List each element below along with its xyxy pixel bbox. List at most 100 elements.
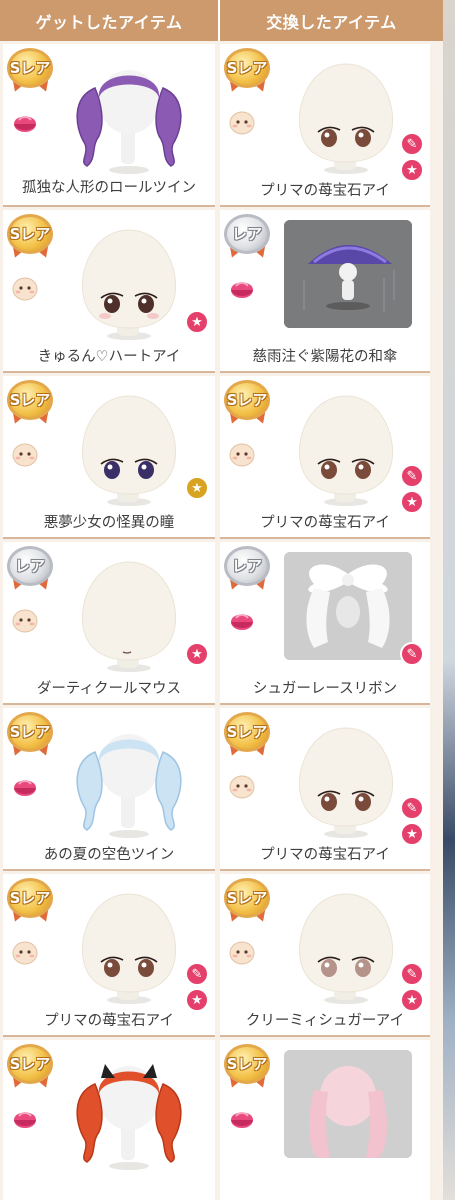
brush-icon[interactable]: ✎ xyxy=(400,642,424,666)
rarity-label: Sレア xyxy=(9,1055,51,1073)
star-icon[interactable]: ★ xyxy=(185,310,209,334)
rarity-badge: Sレア xyxy=(7,878,53,925)
item-name: クリーミィシュガーアイ xyxy=(245,1013,405,1029)
item-card[interactable]: レア ★ ダーティクールマウス xyxy=(3,542,215,705)
rarity-label: Sレア xyxy=(9,889,51,907)
hair-category-icon xyxy=(10,110,40,136)
tab-obtained-items[interactable]: ゲットしたアイテム xyxy=(0,0,218,41)
face-category-icon xyxy=(227,774,257,800)
item-card[interactable]: レア 慈雨注ぐ紫陽花の和傘 xyxy=(220,210,430,373)
item-name: シュガーレースリボン xyxy=(252,681,398,697)
brush-icon[interactable]: ✎ xyxy=(185,962,209,986)
star-icon[interactable]: ★ xyxy=(185,988,209,1012)
item-card[interactable]: Sレア ✎ ★ プリマの苺宝石アイ xyxy=(3,874,215,1037)
face-category-icon xyxy=(227,940,257,966)
item-artwork xyxy=(65,1054,191,1172)
face-category-icon xyxy=(10,442,40,468)
item-row: Sレア あの夏の空色ツイン Sレア ✎ ★ プリマの苺宝石アイ xyxy=(0,705,443,871)
item-card[interactable]: Sレア ✎ ★ プリマの苺宝石アイ xyxy=(220,376,430,539)
item-artwork xyxy=(284,552,412,660)
item-card[interactable]: Sレア xyxy=(3,1040,215,1200)
item-card[interactable]: Sレア ★ 悪夢少女の怪異の瞳 xyxy=(3,376,215,539)
background-strip xyxy=(443,0,455,1200)
item-row: Sレア ★ 悪夢少女の怪異の瞳 Sレア ✎ ★ プリマの苺宝石アイ xyxy=(0,373,443,539)
item-card[interactable]: Sレア ✎ ★ プリマの苺宝石アイ xyxy=(220,44,430,207)
item-card[interactable]: Sレア xyxy=(220,1040,430,1200)
tab-exchanged-items[interactable]: 交換したアイテム xyxy=(220,0,443,41)
rarity-label: Sレア xyxy=(226,889,268,907)
rarity-badge: Sレア xyxy=(224,878,270,925)
star-icon[interactable]: ★ xyxy=(400,822,424,846)
rarity-label: Sレア xyxy=(9,225,51,243)
rarity-label: レア xyxy=(231,225,262,243)
hair-category-icon xyxy=(227,1106,257,1132)
item-artwork xyxy=(282,58,408,176)
item-card[interactable]: Sレア ★ きゅるん♡ハートアイ xyxy=(3,210,215,373)
rarity-badge: Sレア xyxy=(224,48,270,95)
item-artwork xyxy=(284,220,412,328)
item-card[interactable]: Sレア ✎ ★ クリーミィシュガーアイ xyxy=(220,874,430,1037)
hair-category-icon xyxy=(10,1106,40,1132)
item-artwork xyxy=(284,1050,412,1158)
item-artwork xyxy=(282,390,408,508)
star-icon[interactable]: ★ xyxy=(400,158,424,182)
item-artwork xyxy=(282,888,408,1006)
column-header: ゲットしたアイテム 交換したアイテム xyxy=(0,0,443,41)
brush-icon[interactable]: ✎ xyxy=(400,962,424,986)
rarity-badge: Sレア xyxy=(7,712,53,759)
brush-icon[interactable]: ✎ xyxy=(400,132,424,156)
rarity-label: Sレア xyxy=(226,723,268,741)
rarity-badge: レア xyxy=(224,214,270,261)
item-name: プリマの苺宝石アイ xyxy=(44,1013,174,1029)
rarity-badge: Sレア xyxy=(224,712,270,759)
brush-icon[interactable]: ✎ xyxy=(400,464,424,488)
item-card[interactable]: Sレア 孤独な人形のロールツイン xyxy=(3,44,215,207)
rarity-label: Sレア xyxy=(9,391,51,409)
rarity-badge: レア xyxy=(224,546,270,593)
item-name: プリマの苺宝石アイ xyxy=(260,515,390,531)
rarity-label: レア xyxy=(14,557,45,575)
rarity-badge: Sレア xyxy=(224,1044,270,1091)
item-artwork xyxy=(65,390,191,508)
rarity-label: Sレア xyxy=(9,723,51,741)
hair-category-icon xyxy=(227,608,257,634)
item-name: プリマの苺宝石アイ xyxy=(260,847,390,863)
item-artwork xyxy=(65,224,191,342)
hair-category-icon xyxy=(10,774,40,800)
rarity-badge: レア xyxy=(7,546,53,593)
item-name: 慈雨注ぐ紫陽花の和傘 xyxy=(252,349,398,365)
face-category-icon xyxy=(10,940,40,966)
rarity-label: Sレア xyxy=(226,391,268,409)
rarity-label: Sレア xyxy=(9,59,51,77)
star-icon[interactable]: ★ xyxy=(185,642,209,666)
hair-category-icon xyxy=(227,276,257,302)
rarity-label: Sレア xyxy=(226,1055,268,1073)
item-card[interactable]: Sレア ✎ ★ プリマの苺宝石アイ xyxy=(220,708,430,871)
item-card[interactable]: Sレア あの夏の空色ツイン xyxy=(3,708,215,871)
face-category-icon xyxy=(10,608,40,634)
item-artwork xyxy=(65,58,191,176)
rarity-badge: Sレア xyxy=(224,380,270,427)
item-name: きゅるん♡ハートアイ xyxy=(37,349,181,365)
rarity-label: レア xyxy=(231,557,262,575)
item-name: 孤独な人形のロールツイン xyxy=(22,180,196,196)
rarity-label: Sレア xyxy=(226,59,268,77)
item-row: レア ★ ダーティクールマウス レア ✎ シュガーレースリボン xyxy=(0,539,443,705)
star-icon[interactable]: ★ xyxy=(400,988,424,1012)
face-category-icon xyxy=(227,442,257,468)
item-artwork xyxy=(65,888,191,1006)
item-artwork xyxy=(65,556,191,674)
item-name: プリマの苺宝石アイ xyxy=(260,183,390,199)
rarity-badge: Sレア xyxy=(7,380,53,427)
gold-star-icon[interactable]: ★ xyxy=(185,476,209,500)
face-category-icon xyxy=(227,110,257,136)
rarity-badge: Sレア xyxy=(7,1044,53,1091)
brush-icon[interactable]: ✎ xyxy=(400,796,424,820)
star-icon[interactable]: ★ xyxy=(400,490,424,514)
item-row: Sレア ✎ ★ プリマの苺宝石アイ Sレア ✎ ★ クリーミィシュガーアイ xyxy=(0,871,443,1037)
item-row: Sレア ★ きゅるん♡ハートアイ レア 慈雨注ぐ紫陽花の和傘 xyxy=(0,207,443,373)
item-card[interactable]: レア ✎ シュガーレースリボン xyxy=(220,542,430,705)
face-category-icon xyxy=(10,276,40,302)
item-row: Sレア Sレア xyxy=(0,1037,443,1200)
item-row: Sレア 孤独な人形のロールツイン Sレア ✎ ★ プリマの苺宝石アイ xyxy=(0,41,443,207)
